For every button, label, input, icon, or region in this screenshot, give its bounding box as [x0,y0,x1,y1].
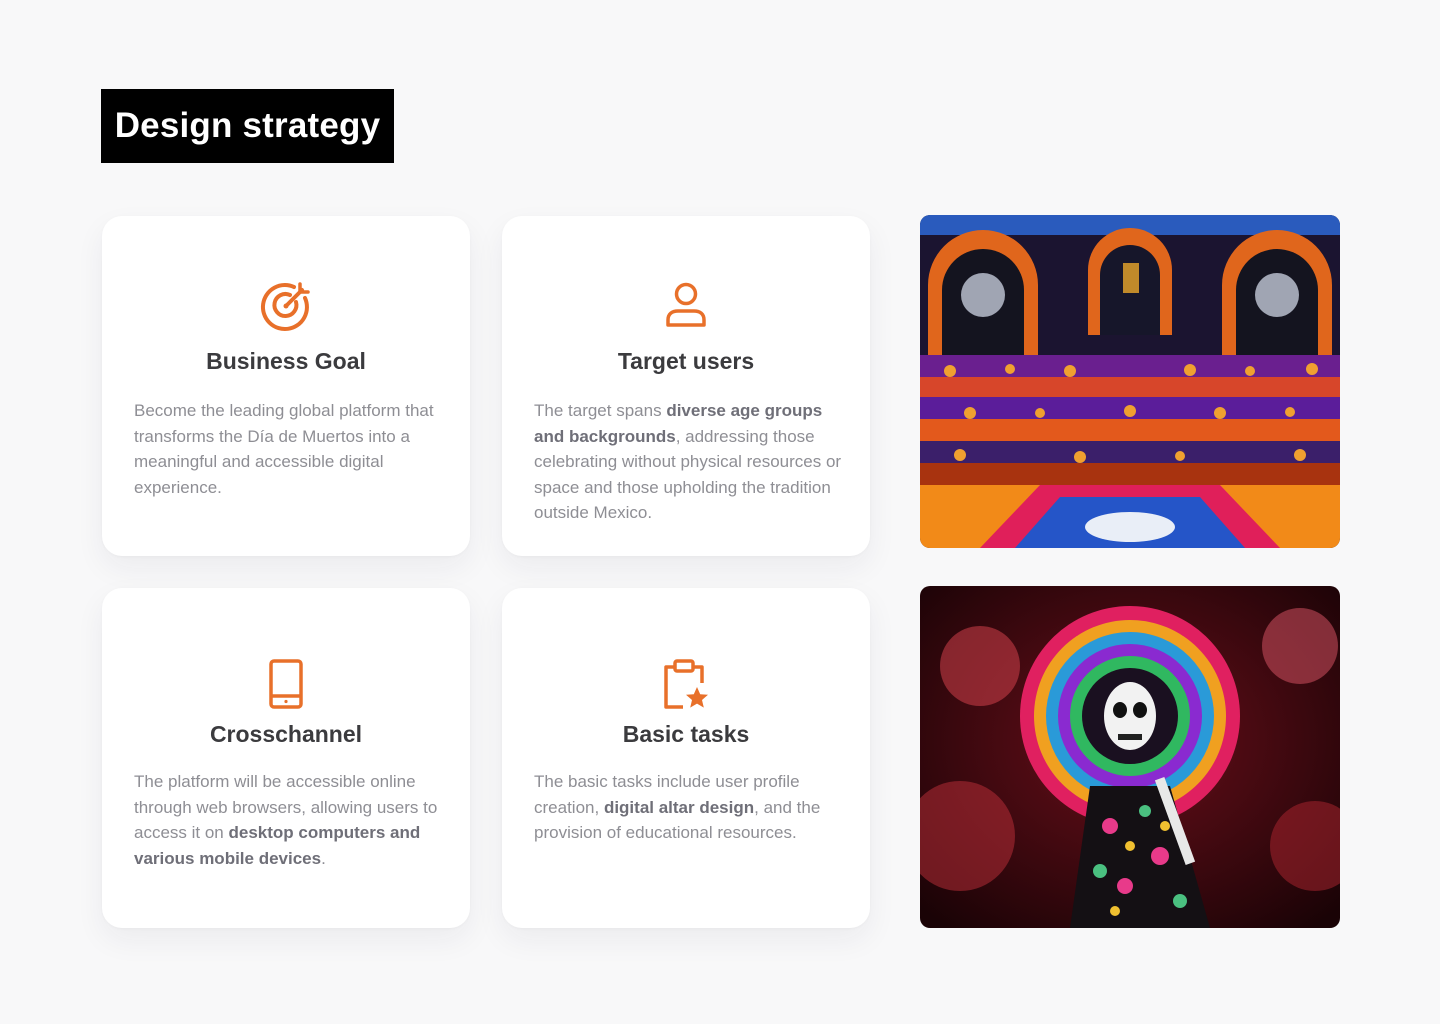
card-crosschannel: Crosschannel The platform will be access… [102,588,470,928]
body-text: Become the leading global platform that … [134,401,434,497]
card-description: The target spans diverse age groups and … [534,398,842,526]
body-text: . [321,848,326,868]
target-icon [254,274,318,338]
page-title: Design strategy [101,89,394,163]
card-title: Basic tasks [622,721,750,747]
user-icon [654,274,718,338]
card-title: Crosschannel [209,721,363,747]
card-description: The basic tasks include user profile cre… [534,769,842,846]
page-title-text: Design strategy [114,106,381,145]
card-title: Business Goal [206,348,366,374]
card-description: The platform will be accessible online t… [134,769,442,871]
catrina-photo [920,586,1340,928]
altar-photo [920,215,1340,548]
card-title: Target users [617,348,755,374]
card-business-goal: Business Goal Become the leading global … [102,216,470,556]
card-description: Become the leading global platform that … [134,398,442,500]
clipboard-star-icon [654,652,718,716]
card-basic-tasks: Basic tasks The basic tasks include user… [502,588,870,928]
emphasis-text: digital altar design [603,797,755,817]
body-text: The target spans [534,401,667,420]
card-target-users: Target users The target spans diverse ag… [502,216,870,556]
smartphone-icon [254,652,318,716]
